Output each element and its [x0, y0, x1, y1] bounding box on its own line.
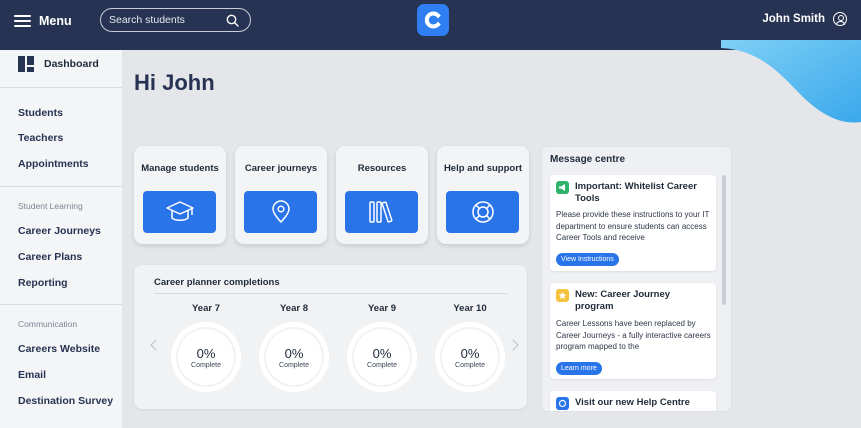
card-career-journeys[interactable]: Career journeys [235, 146, 327, 244]
completion-percent: 0% [196, 345, 216, 361]
card-label: Career journeys [244, 163, 318, 174]
sidebar-item-teachers[interactable]: Teachers [18, 132, 63, 144]
user-menu[interactable]: John Smith [762, 12, 847, 26]
message-heading: Important: Whitelist Career Tools [575, 181, 697, 204]
card-label: Manage students [141, 163, 219, 174]
card-label: Help and support [443, 163, 523, 174]
search-input[interactable] [109, 14, 219, 26]
sidebar-divider [0, 304, 123, 305]
year-completion: Year 7 0% Complete [171, 303, 241, 392]
sidebar-item-students[interactable]: Students [18, 107, 63, 119]
sidebar-heading-student-learning: Student Learning [18, 201, 83, 211]
sidebar-divider [0, 186, 123, 187]
panel-title: Career planner completions [154, 277, 280, 288]
year-label: Year 8 [280, 303, 308, 314]
sidebar-item-destination-survey[interactable]: Destination Survey [18, 395, 113, 407]
message-heading: Visit our new Help Centre [575, 397, 690, 408]
dashboard-icon [18, 56, 34, 72]
sidebar-divider [0, 87, 123, 88]
year-label: Year 9 [368, 303, 396, 314]
completion-donut: 0% Complete [171, 322, 241, 392]
completion-percent: 0% [372, 345, 392, 361]
card-manage-students[interactable]: Manage students [134, 146, 226, 244]
year-label: Year 10 [453, 303, 487, 314]
learn-more-button[interactable]: Learn more [556, 362, 602, 375]
message-scrollbar[interactable] [722, 175, 726, 305]
page-title: Hi John [134, 70, 215, 95]
graduation-cap-icon [165, 201, 194, 221]
books-icon [368, 201, 392, 223]
year-label: Year 7 [192, 303, 220, 314]
card-resources[interactable]: Resources [336, 146, 428, 244]
app-logo[interactable] [417, 4, 449, 36]
card-label: Resources [357, 163, 407, 174]
help-centre-icon [556, 397, 569, 410]
sidebar-item-appointments[interactable]: Appointments [18, 158, 89, 170]
message-body: Career Lessons have been replaced by Car… [556, 319, 711, 351]
message-heading: New: Career Journey program [575, 289, 671, 312]
sidebar-item-email[interactable]: Email [18, 369, 46, 381]
completion-sub: Complete [455, 361, 485, 369]
search-icon[interactable] [226, 14, 239, 27]
completion-sub: Complete [367, 361, 397, 369]
manage-students-button[interactable] [143, 191, 216, 233]
year-completion: Year 9 0% Complete [347, 303, 417, 392]
user-account-icon [833, 12, 847, 26]
year-completion: Year 8 0% Complete [259, 303, 329, 392]
message-card[interactable]: Important: Whitelist Career Tools Please… [550, 175, 716, 271]
sidebar-item-career-journeys[interactable]: Career Journeys [18, 225, 101, 237]
sidebar: Dashboard Students Teachers Appointments… [0, 50, 123, 428]
sidebar-item-career-plans[interactable]: Career Plans [18, 251, 82, 263]
sidebar-heading-communication: Communication [18, 319, 78, 329]
c-logo-icon [424, 11, 441, 29]
resources-button[interactable] [345, 191, 418, 233]
sidebar-item-dashboard[interactable]: Dashboard [18, 56, 99, 72]
message-centre: Message centre Important: Whitelist Care… [541, 146, 732, 412]
star-icon [556, 289, 569, 302]
previous-arrow-icon[interactable] [150, 339, 162, 351]
completion-percent: 0% [460, 345, 480, 361]
lifebuoy-icon [471, 201, 494, 223]
view-instructions-button[interactable]: View Instructions [556, 253, 619, 266]
sidebar-item-reporting[interactable]: Reporting [18, 277, 68, 289]
completion-sub: Complete [279, 361, 309, 369]
sidebar-item-careers-website[interactable]: Careers Website [18, 343, 100, 355]
map-pin-icon [271, 200, 290, 224]
card-help-support[interactable]: Help and support [437, 146, 529, 244]
message-centre-title: Message centre [550, 154, 626, 165]
completion-donut: 0% Complete [259, 322, 329, 392]
completion-sub: Complete [191, 361, 221, 369]
completion-donut: 0% Complete [435, 322, 505, 392]
user-name: John Smith [762, 13, 825, 25]
hamburger-icon [14, 15, 31, 27]
message-card[interactable]: Visit our new Help Centre [550, 391, 716, 411]
menu-button[interactable]: Menu [14, 10, 72, 32]
megaphone-icon [556, 181, 569, 194]
help-support-button[interactable] [446, 191, 519, 233]
panel-divider [154, 293, 507, 294]
sidebar-item-label: Dashboard [44, 58, 99, 70]
message-body: Please provide these instructions to you… [556, 210, 710, 242]
menu-label: Menu [39, 14, 72, 28]
next-arrow-icon[interactable] [507, 339, 519, 351]
year-completion: Year 10 0% Complete [435, 303, 505, 392]
completion-donut: 0% Complete [347, 322, 417, 392]
career-journeys-button[interactable] [244, 191, 317, 233]
career-planner-completions-panel: Career planner completions Year 7 0% Com… [134, 265, 527, 409]
message-card[interactable]: New: Career Journey program Career Lesso… [550, 283, 716, 379]
decorative-wave [721, 40, 861, 123]
completion-percent: 0% [284, 345, 304, 361]
search-box[interactable] [100, 8, 251, 32]
